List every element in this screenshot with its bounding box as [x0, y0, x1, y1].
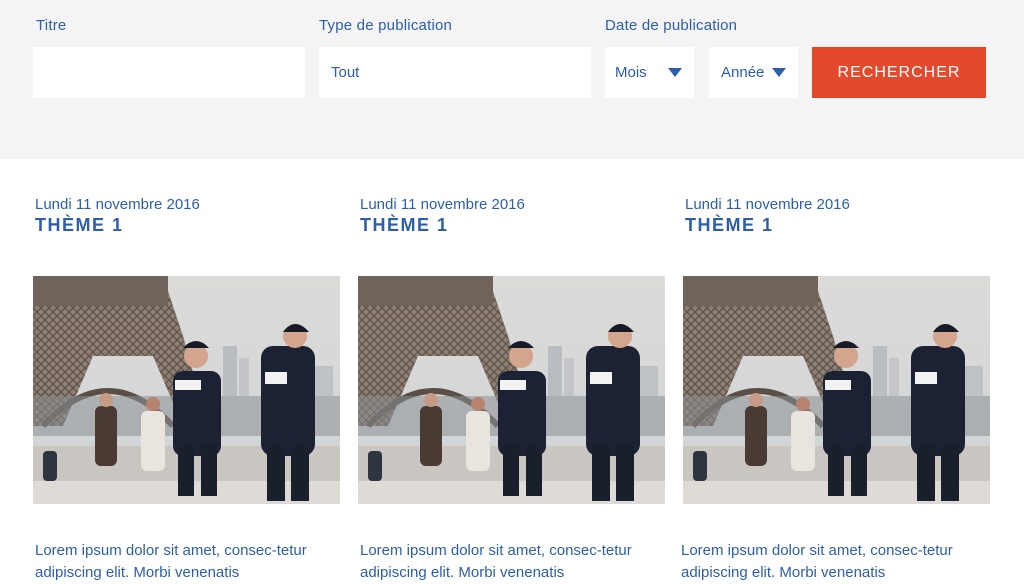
title-input[interactable]	[33, 46, 305, 99]
month-select-value: Mois	[615, 64, 647, 81]
search-button[interactable]: RECHERCHER	[812, 47, 986, 98]
type-select-value: Tout	[331, 64, 360, 81]
title-filter-label: Titre	[36, 17, 67, 34]
search-filter-bar: Titre Type de publication Tout Date de p…	[0, 0, 1024, 159]
publication-image[interactable]	[683, 276, 990, 504]
publication-excerpt: Lorem ipsum dolor sit amet, consec-tetur…	[681, 542, 953, 581]
publication-card[interactable]: Lundi 11 novembre 2016 THÈME 1 Lorem ips…	[358, 190, 666, 581]
chevron-down-icon	[772, 68, 786, 77]
year-select-value: Année	[721, 64, 765, 81]
date-filter-label: Date de publication	[605, 17, 738, 34]
publication-card[interactable]: Lundi 11 novembre 2016 THÈME 1 Lorem ips…	[681, 190, 991, 581]
publication-card[interactable]: Lundi 11 novembre 2016 THÈME 1 Lorem ips…	[33, 190, 341, 581]
chevron-down-icon	[668, 68, 682, 77]
title-input-field[interactable]	[45, 46, 293, 99]
type-select[interactable]: Tout	[319, 47, 591, 98]
publication-image[interactable]	[33, 276, 340, 504]
publication-image[interactable]	[358, 276, 665, 504]
publication-excerpt: Lorem ipsum dolor sit amet, consec-tetur…	[360, 542, 632, 581]
type-filter-label: Type de publication	[319, 17, 453, 34]
month-select[interactable]: Mois	[605, 47, 694, 98]
publication-excerpt: Lorem ipsum dolor sit amet, consec-tetur…	[35, 542, 307, 581]
year-select[interactable]: Année	[709, 47, 798, 98]
